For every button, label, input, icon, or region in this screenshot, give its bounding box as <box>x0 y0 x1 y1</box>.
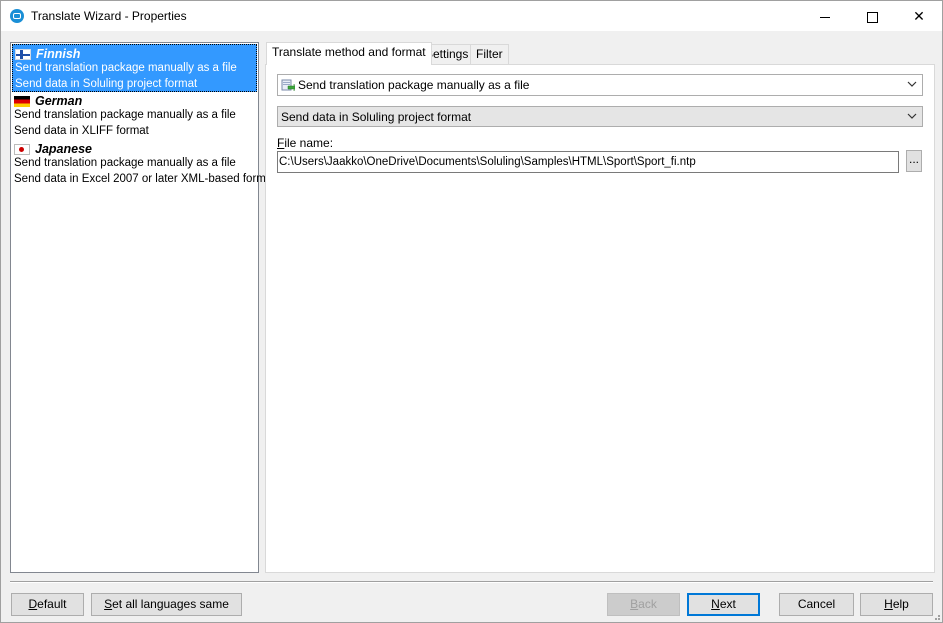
default-button[interactable]: Default <box>11 593 84 616</box>
language-name: Finnish <box>36 47 81 61</box>
footer-separator <box>10 581 933 583</box>
maximize-icon <box>866 11 878 23</box>
window-title: Translate Wizard - Properties <box>31 9 187 23</box>
chevron-down-icon <box>907 113 917 119</box>
method-combo-value: Send translation package manually as a f… <box>298 78 530 92</box>
resize-grip-icon[interactable] <box>931 611 941 621</box>
language-method: Send translation package manually as a f… <box>15 62 237 74</box>
language-format: Send data in Soluling project format <box>15 78 198 90</box>
format-combo[interactable]: Send data in Soluling project format <box>277 106 923 127</box>
maximize-button[interactable] <box>849 1 895 31</box>
language-method: Send translation package manually as a f… <box>14 157 236 169</box>
close-icon: ✕ <box>913 8 925 24</box>
language-format: Send data in XLIFF format <box>14 125 149 137</box>
tab-filter[interactable]: Filter <box>470 44 509 64</box>
minimize-icon <box>820 16 830 18</box>
language-method: Send translation package manually as a f… <box>14 109 236 121</box>
language-list[interactable]: Finnish Send translation package manuall… <box>10 42 275 573</box>
set-all-languages-button[interactable]: Set all languages same <box>91 593 242 616</box>
app-icon <box>10 9 24 23</box>
cancel-button[interactable]: Cancel <box>779 593 854 616</box>
language-format: Send data in Excel 2007 or later XML-bas… <box>14 173 276 185</box>
tab-translate-method[interactable]: Translate method and format <box>266 42 432 65</box>
dialog-window: Translate Wizard - Properties ✕ Finnish … <box>0 0 943 623</box>
chevron-down-icon <box>907 81 917 87</box>
package-send-icon <box>281 79 295 92</box>
browse-button[interactable]: ... <box>906 150 922 172</box>
language-item-german[interactable]: German Send translation package manually… <box>12 92 257 140</box>
language-item-japanese[interactable]: Japanese Send translation package manual… <box>12 140 275 188</box>
method-combo[interactable]: Send translation package manually as a f… <box>277 74 923 96</box>
finland-flag-icon <box>15 48 31 60</box>
language-item-finnish[interactable]: Finnish Send translation package manuall… <box>12 44 257 92</box>
japan-flag-icon <box>14 143 30 155</box>
language-name: Japanese <box>35 142 92 156</box>
title-bar[interactable]: Translate Wizard - Properties ✕ <box>1 1 942 31</box>
close-button[interactable]: ✕ <box>896 1 942 31</box>
language-name: German <box>35 94 83 108</box>
help-button[interactable]: Help <box>860 593 933 616</box>
minimize-button[interactable] <box>802 1 848 31</box>
format-combo-value: Send data in Soluling project format <box>281 110 472 124</box>
germany-flag-icon <box>14 95 30 107</box>
back-button[interactable]: Back <box>607 593 680 616</box>
tab-panel: Send translation package manually as a f… <box>265 64 935 573</box>
file-name-input[interactable]: C:\Users\Jaakko\OneDrive\Documents\Solul… <box>277 151 899 173</box>
file-name-label: File name: <box>277 136 334 150</box>
next-button[interactable]: Next <box>687 593 760 616</box>
